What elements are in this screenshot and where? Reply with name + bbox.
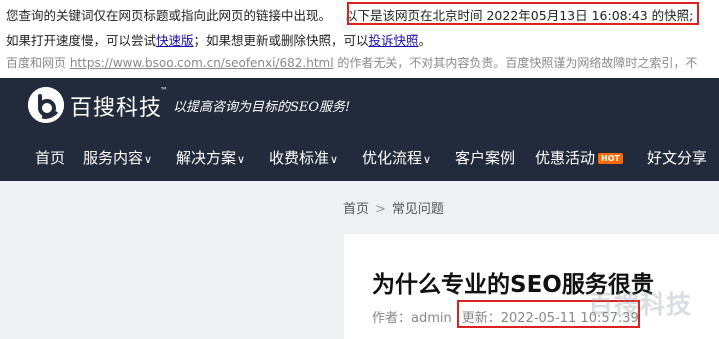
snapshot-tip-mid: ；如果想更新或删除快照，可以 — [193, 33, 369, 48]
snapshot-line-3: 百度和网页 https://www.bsoo.com.cn/seofenxi/6… — [6, 54, 697, 71]
fast-version-link[interactable]: 快速版 — [156, 33, 194, 48]
chevron-down-icon: ∨ — [237, 153, 246, 166]
nav-label: 收费标准 — [269, 149, 330, 167]
chevron-down-icon: ∨ — [144, 153, 153, 166]
nav-item-articles[interactable]: 好文分享 — [647, 147, 707, 168]
nav-label: 服务内容 — [83, 149, 144, 167]
nav-label: 好文分享 — [647, 149, 708, 167]
nav-label: 客户案例 — [455, 149, 516, 167]
article-author: 作者：admin — [372, 311, 452, 326]
nav-item-promotions[interactable]: 优惠活动 HOT — [535, 147, 623, 168]
site-header: 百搜科技 ™ 以提高咨询为目标的SEO服务! 首页 服务内容∨ 解决方案∨ 收费… — [0, 78, 719, 181]
snapshot-notice: 您查询的关键词仅在网页标题或指向此网页的链接中出现。 — [6, 8, 332, 23]
nav-item-home[interactable]: 首页 — [35, 147, 65, 168]
breadcrumb: 首页 > 常见问题 — [343, 198, 444, 217]
nav-item-pricing[interactable]: 收费标准∨ — [269, 147, 338, 168]
nav-label: 首页 — [35, 149, 66, 167]
nav-label: 优惠活动 — [535, 149, 596, 167]
snapshot-tip-text: 如果打开速度慢，可以尝试 — [6, 33, 157, 48]
snapshot-line-2: 如果打开速度慢，可以尝试快速版；如果想更新或删除快照，可以投诉快照。 — [6, 30, 431, 49]
breadcrumb-home-link[interactable]: 首页 — [343, 202, 369, 217]
disclaimer-pre: 百度和网页 — [6, 56, 70, 70]
hot-badge: HOT — [598, 153, 623, 164]
watermark: 百搜科技 — [588, 290, 693, 319]
disclaimer-post: 的作者无关，不对其内容负责。百度快照谨为网络故障时之索引，不 — [333, 56, 698, 70]
highlight-box-snapshot-time — [347, 2, 699, 25]
brand-name[interactable]: 百搜科技 — [70, 90, 162, 122]
nav-label: 优化流程 — [362, 149, 423, 167]
nav-item-solutions[interactable]: 解决方案∨ — [176, 147, 245, 168]
trademark-symbol: ™ — [160, 86, 168, 95]
source-url-link[interactable]: https://www.bsoo.com.cn/seofenxi/682.htm… — [70, 56, 334, 70]
snapshot-info-bar: 您查询的关键词仅在网页标题或指向此网页的链接中出现。 以下是该网页在北京时间 2… — [0, 0, 719, 77]
snapshot-tip-end: 。 — [418, 33, 432, 48]
nav-item-process[interactable]: 优化流程∨ — [362, 147, 431, 168]
chevron-down-icon: ∨ — [423, 153, 432, 166]
main-nav: 首页 服务内容∨ 解决方案∨ 收费标准∨ 优化流程∨ 客户案例 优惠活动 HOT … — [0, 132, 719, 181]
breadcrumb-current-link[interactable]: 常见问题 — [392, 202, 444, 217]
nav-label: 解决方案 — [176, 149, 237, 167]
breadcrumb-separator: > — [375, 202, 386, 217]
nav-item-cases[interactable]: 客户案例 — [455, 147, 515, 168]
complain-snapshot-link[interactable]: 投诉快照 — [369, 33, 419, 48]
site-slogan: 以提高咨询为目标的SEO服务! — [173, 100, 351, 115]
chevron-down-icon: ∨ — [330, 153, 339, 166]
logo-icon[interactable] — [28, 87, 64, 123]
nav-item-services[interactable]: 服务内容∨ — [83, 147, 152, 168]
